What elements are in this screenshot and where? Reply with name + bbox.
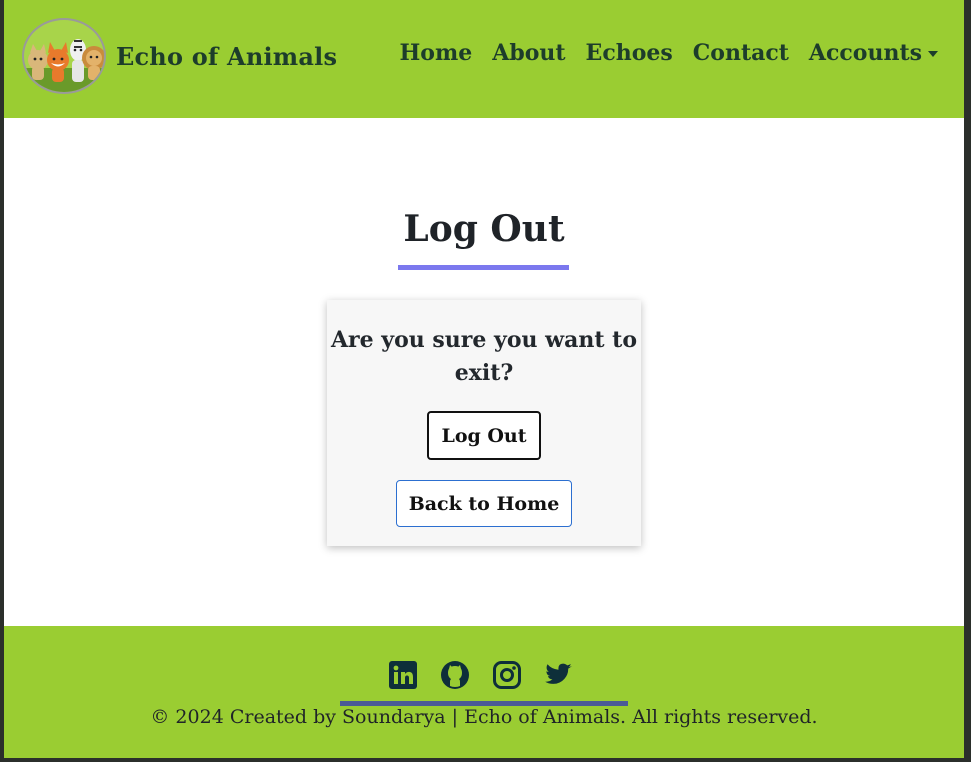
brand-link[interactable]: Echo of Animals [22, 18, 337, 94]
caret-down-icon [928, 51, 938, 57]
animals-logo-icon [22, 18, 106, 94]
footer: © 2024 Created by Soundarya | Echo of An… [4, 626, 964, 758]
navbar: Echo of Animals Home About Echoes Contac… [4, 0, 964, 118]
title-underline [398, 265, 569, 270]
logout-button[interactable]: Log Out [427, 411, 541, 460]
nav-item-about[interactable]: About [492, 40, 565, 66]
nav-item-accounts-dropdown[interactable]: Accounts [809, 40, 938, 66]
nav-item-home[interactable]: Home [400, 40, 473, 66]
instagram-icon[interactable] [492, 660, 522, 690]
twitter-icon[interactable] [544, 660, 574, 690]
logout-question: Are you sure you want to exit? [330, 327, 637, 386]
social-links [388, 660, 574, 690]
nav-item-echoes[interactable]: Echoes [586, 40, 673, 66]
main-nav: Home About Echoes Contact Accounts [400, 40, 938, 66]
page-title: Log Out [403, 208, 565, 250]
back-to-home-button[interactable]: Back to Home [396, 480, 572, 527]
nav-item-contact[interactable]: Contact [693, 40, 789, 66]
copyright-text: © 2024 Created by Soundarya | Echo of An… [150, 706, 818, 728]
browser-viewport: Echo of Animals Home About Echoes Contac… [4, 0, 964, 758]
brand-name: Echo of Animals [116, 41, 338, 71]
github-icon[interactable] [440, 660, 470, 690]
nav-item-accounts-label: Accounts [808, 40, 922, 66]
logout-card: Are you sure you want to exit? Log Out B… [327, 300, 641, 546]
linkedin-icon[interactable] [388, 660, 418, 690]
